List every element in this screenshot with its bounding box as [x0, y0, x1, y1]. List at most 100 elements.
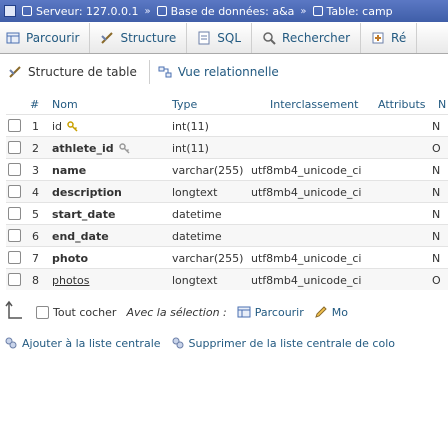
- row-checkbox[interactable]: [8, 251, 21, 264]
- row-null: N: [432, 120, 441, 133]
- row-checkbox[interactable]: [8, 119, 21, 132]
- row-checkbox[interactable]: [8, 229, 21, 242]
- check-all-label: Tout cocher: [53, 305, 117, 319]
- browse-selected-button[interactable]: Parcourir: [237, 305, 304, 319]
- tab-insert-label: Ré: [391, 31, 407, 45]
- row-name: start_date: [52, 208, 116, 221]
- row-null: O: [432, 142, 441, 155]
- row-null: N: [432, 186, 441, 199]
- row-type: int(11): [172, 120, 209, 133]
- selection-bar: Tout cocher Avec la sélection : Parcouri…: [0, 300, 448, 324]
- header-collation[interactable]: Interclassement: [270, 98, 358, 111]
- row-num: 2: [32, 142, 39, 155]
- row-name: id: [52, 120, 78, 133]
- row-checkbox[interactable]: [8, 141, 21, 154]
- breadcrumb-database-label: Base de données: a&a: [170, 4, 295, 18]
- row-name: photos: [52, 274, 90, 287]
- row-checkbox[interactable]: [8, 163, 21, 176]
- row-type: datetime: [172, 230, 222, 243]
- check-all[interactable]: Tout cocher: [36, 305, 117, 319]
- row-type: longtext: [172, 274, 218, 287]
- main-tabs: Parcourir Structure SQL Rechercher Ré: [0, 23, 448, 54]
- tab-browse-label: Parcourir: [26, 31, 80, 45]
- tab-sql[interactable]: SQL: [187, 23, 253, 53]
- breadcrumb-separator-icon: »: [300, 5, 307, 17]
- table-row: 1 id int(11) N: [6, 114, 448, 136]
- table-row: 4 description longtext utf8mb4_unicode_c…: [6, 180, 448, 202]
- remove-from-central-label: Supprimer de la liste centrale de colo: [188, 336, 395, 350]
- check-all-checkbox[interactable]: [36, 305, 49, 319]
- add-central-icon: [5, 337, 17, 349]
- tab-structure[interactable]: Structure: [90, 23, 188, 53]
- table-icon: [312, 6, 323, 16]
- subtab-table-structure-label: Structure de table: [28, 65, 137, 79]
- breadcrumb-database[interactable]: Base de données: a&a: [156, 4, 295, 18]
- row-name: name: [52, 164, 87, 177]
- structure-icon: [101, 32, 114, 44]
- header-null[interactable]: N: [438, 98, 446, 111]
- primary-key-icon: [67, 121, 78, 132]
- remove-from-central-button[interactable]: Supprimer de la liste centrale de colo: [171, 336, 395, 350]
- arrow-up-icon: [5, 300, 22, 319]
- subtab-relational-view-label: Vue relationnelle: [177, 65, 279, 79]
- add-to-central-button[interactable]: Ajouter à la liste centrale: [4, 336, 161, 350]
- with-selection-label: Avec la sélection :: [126, 306, 226, 319]
- tab-browse[interactable]: Parcourir: [0, 23, 91, 53]
- row-checkbox[interactable]: [8, 185, 21, 198]
- row-collation: utf8mb4_unicode_ci: [251, 274, 362, 287]
- breadcrumb-table-label: Table: camp: [326, 4, 393, 18]
- browse-icon: [6, 32, 20, 44]
- tab-search-label: Rechercher: [282, 31, 351, 45]
- row-type: int(11): [172, 142, 209, 155]
- search-icon: [263, 32, 276, 45]
- table-row: 7 photo varchar(255) utf8mb4_unicode_ci …: [6, 246, 448, 268]
- breadcrumb-server-label: Serveur: 127.0.0.1: [36, 4, 139, 18]
- tab-sql-label: SQL: [217, 31, 242, 45]
- table-row: 5 start_date datetime N: [6, 202, 448, 224]
- row-num: 1: [32, 120, 39, 133]
- table-row: 2 athlete_id int(11) O: [6, 136, 448, 158]
- row-type: longtext: [172, 186, 218, 199]
- table-row: 6 end_date datetime N: [6, 224, 448, 246]
- modify-selected-label: Mo: [331, 305, 348, 319]
- breadcrumb-table[interactable]: Table: camp: [312, 4, 393, 18]
- collapse-toggle[interactable]: [4, 5, 16, 17]
- subtab-relational-view[interactable]: Vue relationnelle: [150, 60, 291, 84]
- header-type[interactable]: Type: [172, 98, 197, 111]
- row-name-label: id: [52, 120, 63, 133]
- pencil-icon: [314, 306, 327, 318]
- subtab-table-structure[interactable]: Structure de table: [0, 60, 150, 84]
- row-name: end_date: [52, 230, 109, 243]
- header-attributes[interactable]: Attributs: [378, 98, 426, 111]
- row-collation: utf8mb4_unicode_ci: [251, 164, 362, 177]
- columns-table: # Nom Type Interclassement Attributs N 1…: [6, 94, 448, 290]
- row-name: athlete_id: [52, 142, 130, 155]
- row-name: photo: [52, 252, 89, 265]
- breadcrumb-server[interactable]: Serveur: 127.0.0.1: [22, 5, 139, 18]
- structure-subtabs: Structure de table Vue relationnelle: [0, 60, 448, 84]
- row-null: N: [432, 252, 441, 265]
- central-list-bar: Ajouter à la liste centrale Supprimer de…: [0, 333, 448, 353]
- modify-selected-button[interactable]: Mo: [314, 305, 348, 319]
- row-num: 7: [32, 252, 39, 265]
- structure-icon: [9, 66, 21, 78]
- row-num: 8: [32, 274, 39, 287]
- row-collation: utf8mb4_unicode_ci: [251, 186, 362, 199]
- row-num: 4: [32, 186, 39, 199]
- row-num: 5: [32, 208, 39, 221]
- row-null: N: [432, 230, 441, 243]
- row-num: 3: [32, 164, 39, 177]
- row-checkbox[interactable]: [8, 207, 21, 220]
- insert-icon: [372, 32, 384, 44]
- database-icon: [156, 6, 167, 16]
- tab-search[interactable]: Rechercher: [252, 23, 362, 53]
- row-collation: utf8mb4_unicode_ci: [251, 252, 362, 265]
- sql-icon: [198, 31, 210, 45]
- breadcrumb-separator-icon: »: [144, 5, 151, 17]
- row-checkbox[interactable]: [8, 273, 21, 286]
- tab-insert[interactable]: Ré: [361, 23, 418, 53]
- table-row: 3 name varchar(255) utf8mb4_unicode_ci N: [6, 158, 448, 180]
- row-name: description: [52, 186, 122, 199]
- header-num: #: [30, 98, 40, 111]
- header-name[interactable]: Nom: [52, 98, 78, 111]
